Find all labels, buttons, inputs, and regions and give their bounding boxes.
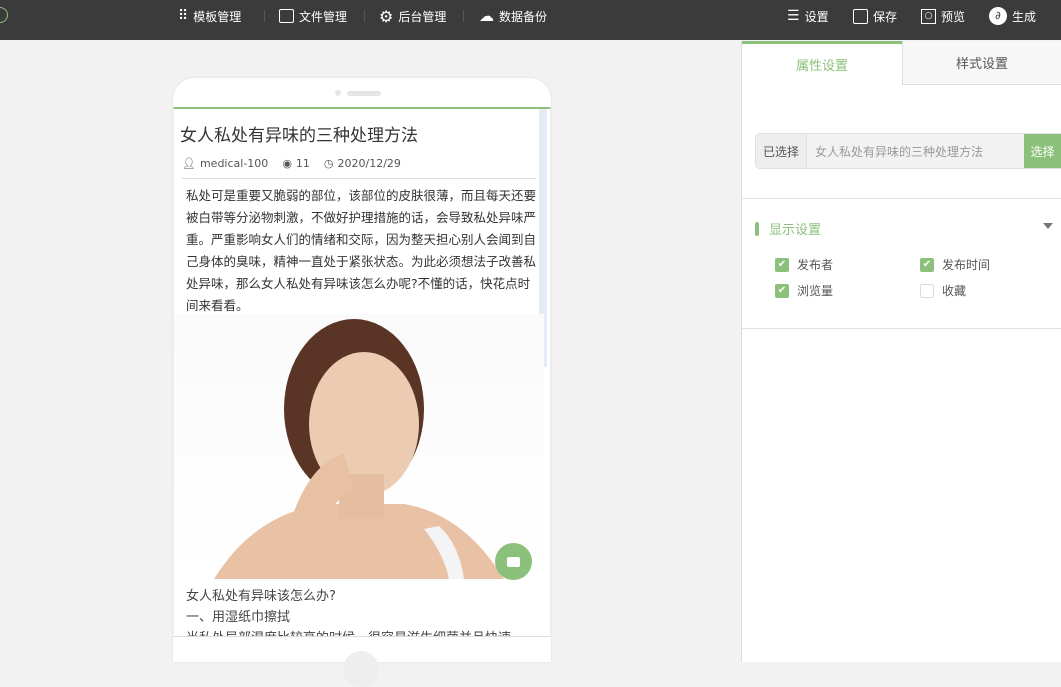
chat-icon bbox=[507, 556, 520, 567]
tab-attribute-settings[interactable]: 属性设置 bbox=[742, 41, 902, 85]
selected-label: 已选择 bbox=[756, 134, 807, 168]
clock-icon: ◷ bbox=[323, 157, 334, 170]
preview-icon: ○ bbox=[921, 8, 936, 24]
check-icon: ✔ bbox=[920, 257, 934, 272]
cloud-upload-icon: ☁ bbox=[479, 7, 494, 25]
chat-button[interactable] bbox=[495, 543, 532, 580]
check-icon: ✔ bbox=[775, 283, 789, 298]
checkbox-views[interactable]: ✔ 浏览量 bbox=[775, 282, 833, 299]
article-meta: 👤︎ medical-100 ◉ 11 ◷ 2020/12/29 bbox=[182, 157, 401, 170]
nav-data-backup[interactable]: ☁ 数据备份 bbox=[479, 0, 547, 32]
save-button[interactable]: 保存 bbox=[853, 0, 897, 32]
article-continued: 女人私处有异味该怎么办? 一、用湿纸巾擦拭 当私处局部湿度比较高的时候，很容易滋… bbox=[186, 589, 511, 636]
selected-article-input[interactable] bbox=[807, 134, 1024, 168]
phone-preview: 女人私处有异味的三种处理方法 👤︎ medical-100 ◉ 11 ◷ 2020/1… bbox=[173, 78, 551, 687]
generate-button[interactable]: ∂ 生成 bbox=[989, 0, 1036, 32]
checkbox-publish-time[interactable]: ✔ 发布时间 bbox=[920, 256, 990, 273]
checkbox-publisher[interactable]: ✔ 发布者 bbox=[775, 256, 833, 273]
article-title: 女人私处有异味的三种处理方法 bbox=[180, 126, 418, 146]
tab-style-settings[interactable]: 样式设置 bbox=[902, 41, 1061, 85]
article-image bbox=[174, 314, 544, 579]
nav-backend-manage[interactable]: ⚙ 后台管理 bbox=[379, 0, 446, 32]
nav-file-manage[interactable]: 文件管理 bbox=[279, 0, 347, 32]
article-body: 私处可是重要又脆弱的部位，该部位的皮肤很薄，而且每天还要被白带等分泌物刺激，不做… bbox=[186, 188, 537, 313]
select-button[interactable]: 选择 bbox=[1024, 134, 1061, 168]
eye-icon: ◉ bbox=[282, 157, 292, 170]
properties-panel: 属性设置 样式设置 已选择 选择 显示设置 ✔发布者 ✔发布时间 ✔浏览量 收藏 bbox=[741, 41, 1061, 662]
nav-template-manage[interactable]: ⠿ 模板管理 bbox=[178, 0, 241, 32]
preview-button[interactable]: ○ 预览 bbox=[921, 0, 965, 32]
grid-icon: ⠿ bbox=[178, 8, 189, 24]
selected-article-group: 已选择 选择 bbox=[755, 133, 1061, 169]
check-icon: ✔ bbox=[775, 257, 789, 272]
caret-down-icon[interactable] bbox=[1043, 223, 1053, 229]
home-button[interactable] bbox=[343, 651, 379, 687]
article-preview[interactable]: 女人私处有异味的三种处理方法 👤︎ medical-100 ◉ 11 ◷ 2020/1… bbox=[173, 107, 551, 637]
user-icon: 👤︎ bbox=[182, 157, 196, 170]
sliders-icon: ☰ bbox=[787, 8, 800, 24]
gear-icon: ⚙ bbox=[379, 6, 394, 26]
top-toolbar: ⠿ 模板管理 文件管理 ⚙ 后台管理 ☁ 数据备份 ☰ 设置 保存 ○ 预览 ∂ 生成 bbox=[0, 0, 1061, 40]
save-icon bbox=[853, 8, 868, 24]
link-icon: ∂ bbox=[989, 7, 1007, 25]
logo-icon bbox=[0, 7, 8, 23]
unchecked-box bbox=[920, 283, 934, 298]
display-settings-header[interactable]: 显示设置 bbox=[755, 219, 821, 238]
settings-button[interactable]: ☰ 设置 bbox=[787, 0, 829, 32]
checkbox-favorite[interactable]: 收藏 bbox=[920, 282, 966, 299]
inbox-icon bbox=[279, 9, 294, 23]
